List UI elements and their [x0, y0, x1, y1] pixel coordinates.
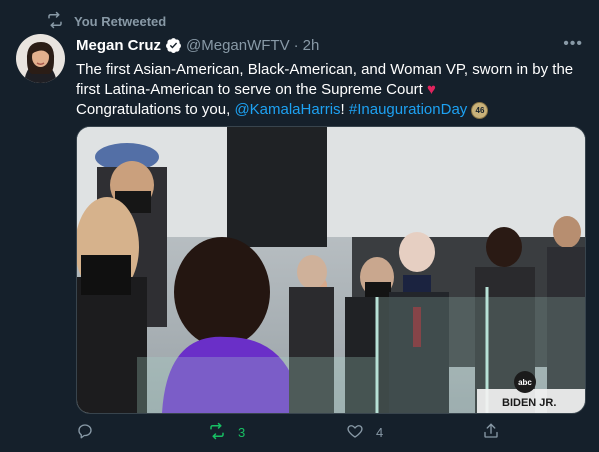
retweet-icon	[46, 11, 64, 32]
mention-link[interactable]: @KamalaHarris	[234, 101, 340, 118]
more-options-icon[interactable]: •••	[563, 36, 583, 52]
hashtag-link[interactable]: #InaugurationDay	[349, 101, 467, 118]
retweet-banner[interactable]: You Retweeted	[46, 11, 166, 32]
share-button[interactable]	[482, 422, 500, 443]
retweet-icon	[208, 422, 226, 443]
author-name[interactable]: Megan Cruz	[76, 37, 161, 54]
tweet-timestamp[interactable]: 2h	[303, 37, 320, 54]
hashtag-badge-icon: 46	[471, 101, 489, 119]
retweet-banner-label: You Retweeted	[74, 14, 167, 29]
tweet-text: The first Asian-American, Black-American…	[76, 60, 576, 120]
share-icon	[482, 422, 500, 443]
tweet-media-photo[interactable]: abc BIDEN JR.	[76, 126, 586, 414]
tweet-text-part1: The first Asian-American, Black-American…	[76, 61, 574, 98]
heart-icon	[346, 422, 364, 443]
retweet-count: 3	[238, 425, 246, 440]
media-logo: abc	[518, 378, 532, 387]
red-heart-emoji-icon: ♥	[427, 81, 436, 98]
like-count: 4	[376, 425, 384, 440]
header-separator: ·	[293, 37, 299, 54]
reply-icon	[76, 422, 94, 443]
retweet-button[interactable]: 3	[208, 422, 245, 443]
reply-button[interactable]	[76, 422, 106, 443]
tweet-text-part2: Congratulations to you,	[76, 101, 235, 118]
author-handle[interactable]: @MeganWFTV	[186, 37, 290, 54]
tweet-actions: 3 4	[76, 422, 506, 444]
avatar[interactable]	[16, 34, 65, 83]
media-caption: BIDEN JR.	[502, 397, 556, 409]
tweet-text-part3: !	[340, 101, 349, 118]
verified-badge-icon	[165, 37, 182, 54]
tweet-header: Megan Cruz @MeganWFTV · 2h	[76, 37, 319, 54]
like-button[interactable]: 4	[346, 422, 383, 443]
